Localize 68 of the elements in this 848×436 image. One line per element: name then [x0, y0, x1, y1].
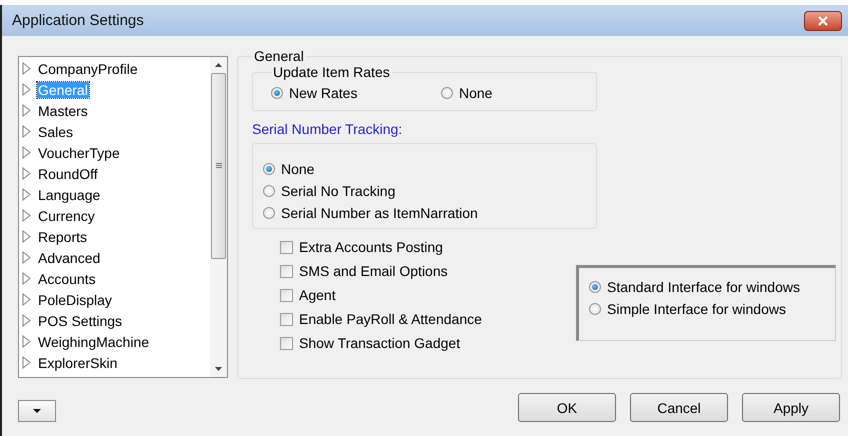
radio-label: Serial No Tracking	[281, 183, 396, 199]
scroll-up-icon[interactable]	[215, 63, 222, 67]
checkbox[interactable]	[280, 336, 293, 350]
checkbox-label: Agent	[299, 287, 336, 303]
scrollbar[interactable]	[210, 57, 227, 377]
expand-arrow-icon[interactable]	[22, 335, 31, 348]
checkbox[interactable]	[280, 240, 293, 254]
checkbox-label: SMS and Email Options	[299, 263, 448, 279]
window-title: Application Settings	[12, 12, 144, 29]
tree-item[interactable]: Accounts	[37, 270, 97, 286]
expand-arrow-icon[interactable]	[22, 125, 31, 138]
scroll-down-icon[interactable]	[215, 367, 222, 371]
grip-icon	[216, 163, 222, 169]
dialog-button[interactable]: OK	[518, 393, 616, 422]
radio-button[interactable]	[589, 281, 601, 293]
tree-item[interactable]: Reports	[37, 228, 88, 244]
close-button[interactable]	[804, 10, 842, 30]
tree-item[interactable]: WeighingMachine	[37, 334, 150, 350]
tree-item[interactable]: Sales	[37, 124, 74, 140]
expand-arrow-icon[interactable]	[22, 209, 31, 222]
checkbox[interactable]	[280, 312, 293, 326]
section-heading: Serial Number Tracking:	[252, 121, 404, 137]
expand-arrow-icon[interactable]	[22, 104, 31, 117]
expand-arrow-icon[interactable]	[22, 62, 31, 75]
checkbox[interactable]	[280, 264, 293, 278]
tree-item[interactable]: Masters	[37, 102, 89, 118]
checkbox-label: Extra Accounts Posting	[299, 239, 443, 255]
tree-item[interactable]: Language	[37, 186, 102, 202]
radio-button[interactable]	[263, 185, 275, 197]
expand-arrow-icon[interactable]	[22, 314, 31, 327]
group-title: Update Item Rates	[272, 64, 391, 80]
radio-label: Standard Interface for windows	[607, 279, 800, 295]
radio-label: Simple Interface for windows	[607, 301, 786, 317]
caret-icon	[33, 408, 41, 412]
radio-button[interactable]	[263, 207, 275, 219]
radio-button[interactable]	[589, 303, 601, 315]
tree-item[interactable]: CompanyProfile	[37, 60, 139, 76]
tree-item[interactable]: VoucherType	[37, 144, 121, 160]
radio-button[interactable]	[441, 87, 453, 99]
tree-item[interactable]: PoleDisplay	[37, 292, 113, 308]
radio-label: None	[281, 161, 314, 177]
dropdown-button[interactable]	[18, 400, 56, 422]
expand-arrow-icon[interactable]	[22, 188, 31, 201]
checkbox-label: Show Transaction Gadget	[299, 335, 460, 351]
dialog-button[interactable]: Apply	[742, 393, 840, 422]
close-icon	[818, 16, 828, 26]
radio-button[interactable]	[271, 87, 283, 99]
radio-label: None	[459, 85, 492, 101]
group-title: General	[253, 48, 305, 64]
expand-arrow-icon[interactable]	[22, 146, 31, 159]
checkbox-label: Enable PayRoll & Attendance	[299, 311, 482, 327]
dialog-button[interactable]: Cancel	[630, 393, 728, 422]
expand-arrow-icon[interactable]	[22, 230, 31, 243]
radio-button[interactable]	[263, 163, 275, 175]
tree-item[interactable]: RoundOff	[37, 166, 99, 182]
expand-arrow-icon[interactable]	[22, 167, 31, 180]
tree-item[interactable]: Currency	[37, 208, 96, 224]
expand-arrow-icon[interactable]	[22, 251, 31, 264]
expand-arrow-icon[interactable]	[22, 83, 31, 96]
expand-arrow-icon[interactable]	[22, 293, 31, 306]
expand-arrow-icon[interactable]	[22, 272, 31, 285]
checkbox[interactable]	[280, 288, 293, 302]
tree-item[interactable]: POS Settings	[37, 312, 124, 328]
radio-label: Serial Number as ItemNarration	[281, 205, 478, 221]
tree-item[interactable]: ExplorerSkin	[37, 354, 118, 370]
tree-item[interactable]: Advanced	[37, 250, 102, 266]
radio-label: New Rates	[289, 85, 358, 101]
expand-arrow-icon[interactable]	[22, 356, 31, 369]
